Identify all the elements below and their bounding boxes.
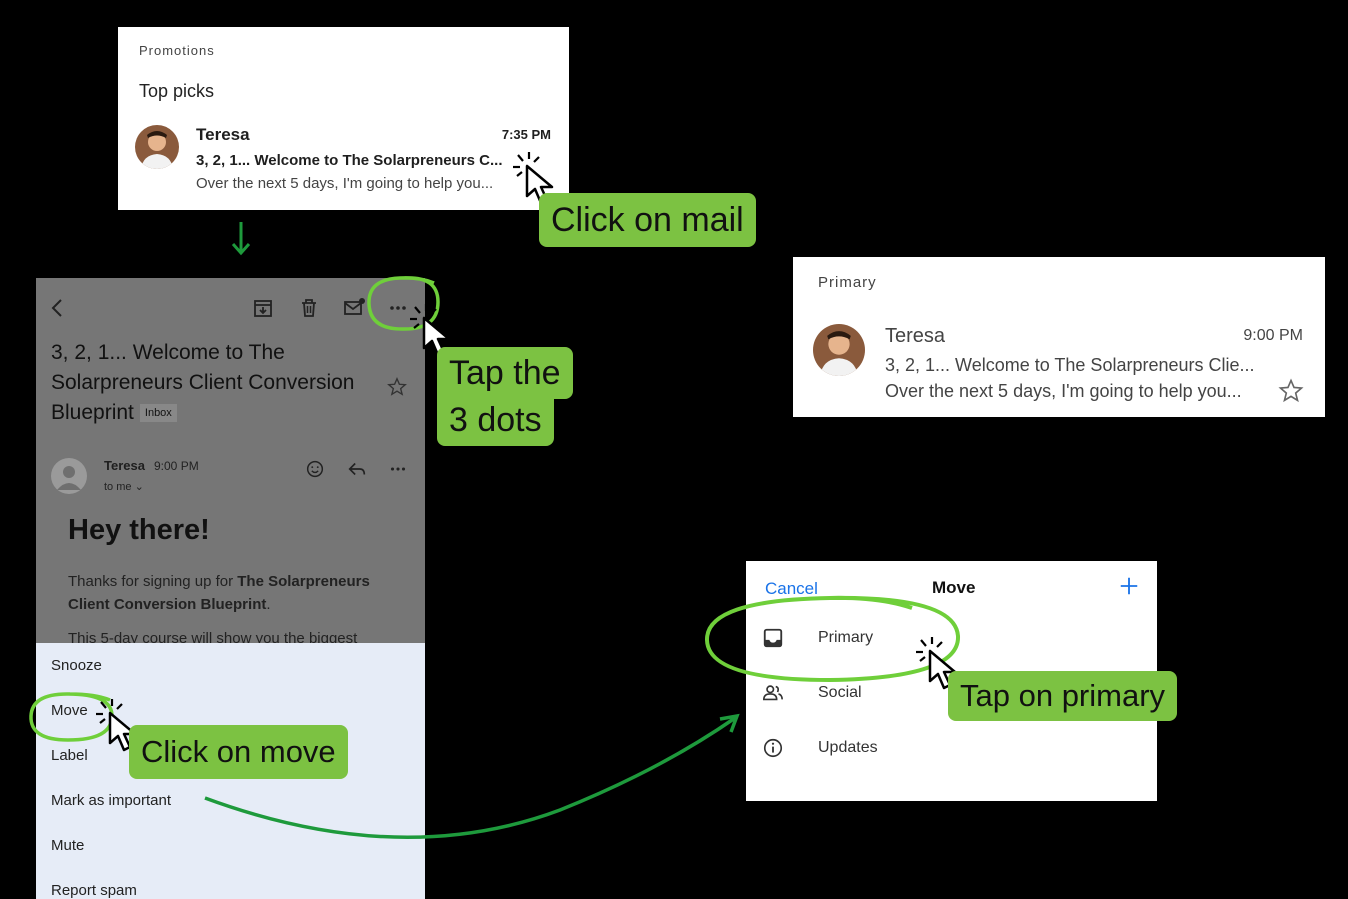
section-label: Promotions bbox=[139, 43, 215, 58]
promotions-panel: Promotions Top picks Teresa 7:35 PM 3, 2… bbox=[118, 27, 569, 210]
archive-icon[interactable] bbox=[251, 296, 275, 320]
star-icon[interactable] bbox=[1277, 377, 1305, 405]
email-subject[interactable]: 3, 2, 1... Welcome to The Solarpreneurs … bbox=[885, 355, 1255, 376]
callout-tap-dots-line1: Tap the bbox=[437, 347, 573, 399]
chevron-down-icon: ⌄ bbox=[134, 481, 144, 493]
top-picks-heading: Top picks bbox=[139, 81, 215, 101]
email-sender: Teresa bbox=[885, 325, 946, 347]
more-options-icon[interactable] bbox=[386, 296, 410, 320]
menu-item-snooze[interactable]: Snooze bbox=[51, 657, 102, 674]
callout-tap-primary: Tap on primary bbox=[948, 671, 1178, 721]
info-icon bbox=[763, 738, 783, 758]
dialog-title: Move bbox=[932, 578, 976, 597]
greeting-heading: Hey there! bbox=[68, 514, 210, 546]
menu-item-mute[interactable]: Mute bbox=[51, 837, 84, 854]
mark-unread-icon[interactable] bbox=[342, 296, 366, 320]
message-more-icon[interactable] bbox=[387, 458, 409, 480]
cancel-button[interactable]: Cancel bbox=[765, 579, 818, 599]
email-title-text: 3, 2, 1... Welcome to The Solarpreneurs … bbox=[51, 341, 355, 424]
back-arrow-icon[interactable] bbox=[46, 296, 70, 320]
email-time: 7:35 PM bbox=[501, 127, 551, 142]
recipient-text: to me bbox=[104, 481, 132, 493]
plus-icon[interactable] bbox=[1118, 575, 1140, 597]
avatar bbox=[813, 324, 865, 376]
email-title: 3, 2, 1... Welcome to The Solarpreneurs … bbox=[51, 338, 371, 428]
body-text: Thanks for signing up for bbox=[68, 573, 238, 590]
email-sender: Teresa bbox=[196, 125, 250, 144]
email-time: 9:00 PM bbox=[1243, 327, 1303, 344]
callout-click-mail: Click on mail bbox=[539, 193, 756, 247]
sent-time: 9:00 PM bbox=[154, 459, 199, 473]
people-icon bbox=[763, 685, 783, 701]
inbox-badge: Inbox bbox=[139, 404, 177, 423]
down-arrow-icon bbox=[231, 222, 251, 256]
emoji-reaction-icon[interactable] bbox=[304, 458, 326, 480]
menu-item-label[interactable]: Label bbox=[51, 747, 88, 764]
body-paragraph: Thanks for signing up for The Solarprene… bbox=[68, 570, 408, 616]
sender-name: Teresa bbox=[104, 458, 145, 473]
email-snippet[interactable]: Over the next 5 days, I'm going to help … bbox=[196, 175, 493, 192]
trash-icon[interactable] bbox=[297, 296, 321, 320]
move-option-primary[interactable]: Primary bbox=[818, 629, 873, 647]
menu-item-report-spam[interactable]: Report spam bbox=[51, 882, 137, 899]
callout-tap-dots-line2: 3 dots bbox=[437, 394, 554, 446]
recipient-line[interactable]: to me ⌄ bbox=[104, 480, 144, 493]
email-subject[interactable]: 3, 2, 1... Welcome to The Solarpreneurs … bbox=[196, 152, 502, 169]
email-snippet[interactable]: Over the next 5 days, I'm going to help … bbox=[885, 381, 1242, 402]
body-suffix: . bbox=[266, 596, 271, 613]
sender-avatar bbox=[51, 458, 87, 494]
callout-click-move: Click on move bbox=[129, 725, 348, 779]
primary-panel: Primary Teresa 9:00 PM 3, 2, 1... Welcom… bbox=[793, 257, 1325, 417]
reply-icon[interactable] bbox=[346, 458, 368, 480]
section-label: Primary bbox=[818, 274, 877, 291]
move-option-updates[interactable]: Updates bbox=[818, 739, 878, 757]
menu-item-mark-important[interactable]: Mark as important bbox=[51, 792, 171, 809]
star-icon[interactable] bbox=[386, 376, 408, 398]
avatar bbox=[135, 125, 179, 169]
move-option-social[interactable]: Social bbox=[818, 684, 862, 702]
menu-item-move[interactable]: Move bbox=[51, 702, 88, 719]
inbox-icon bbox=[763, 628, 783, 648]
